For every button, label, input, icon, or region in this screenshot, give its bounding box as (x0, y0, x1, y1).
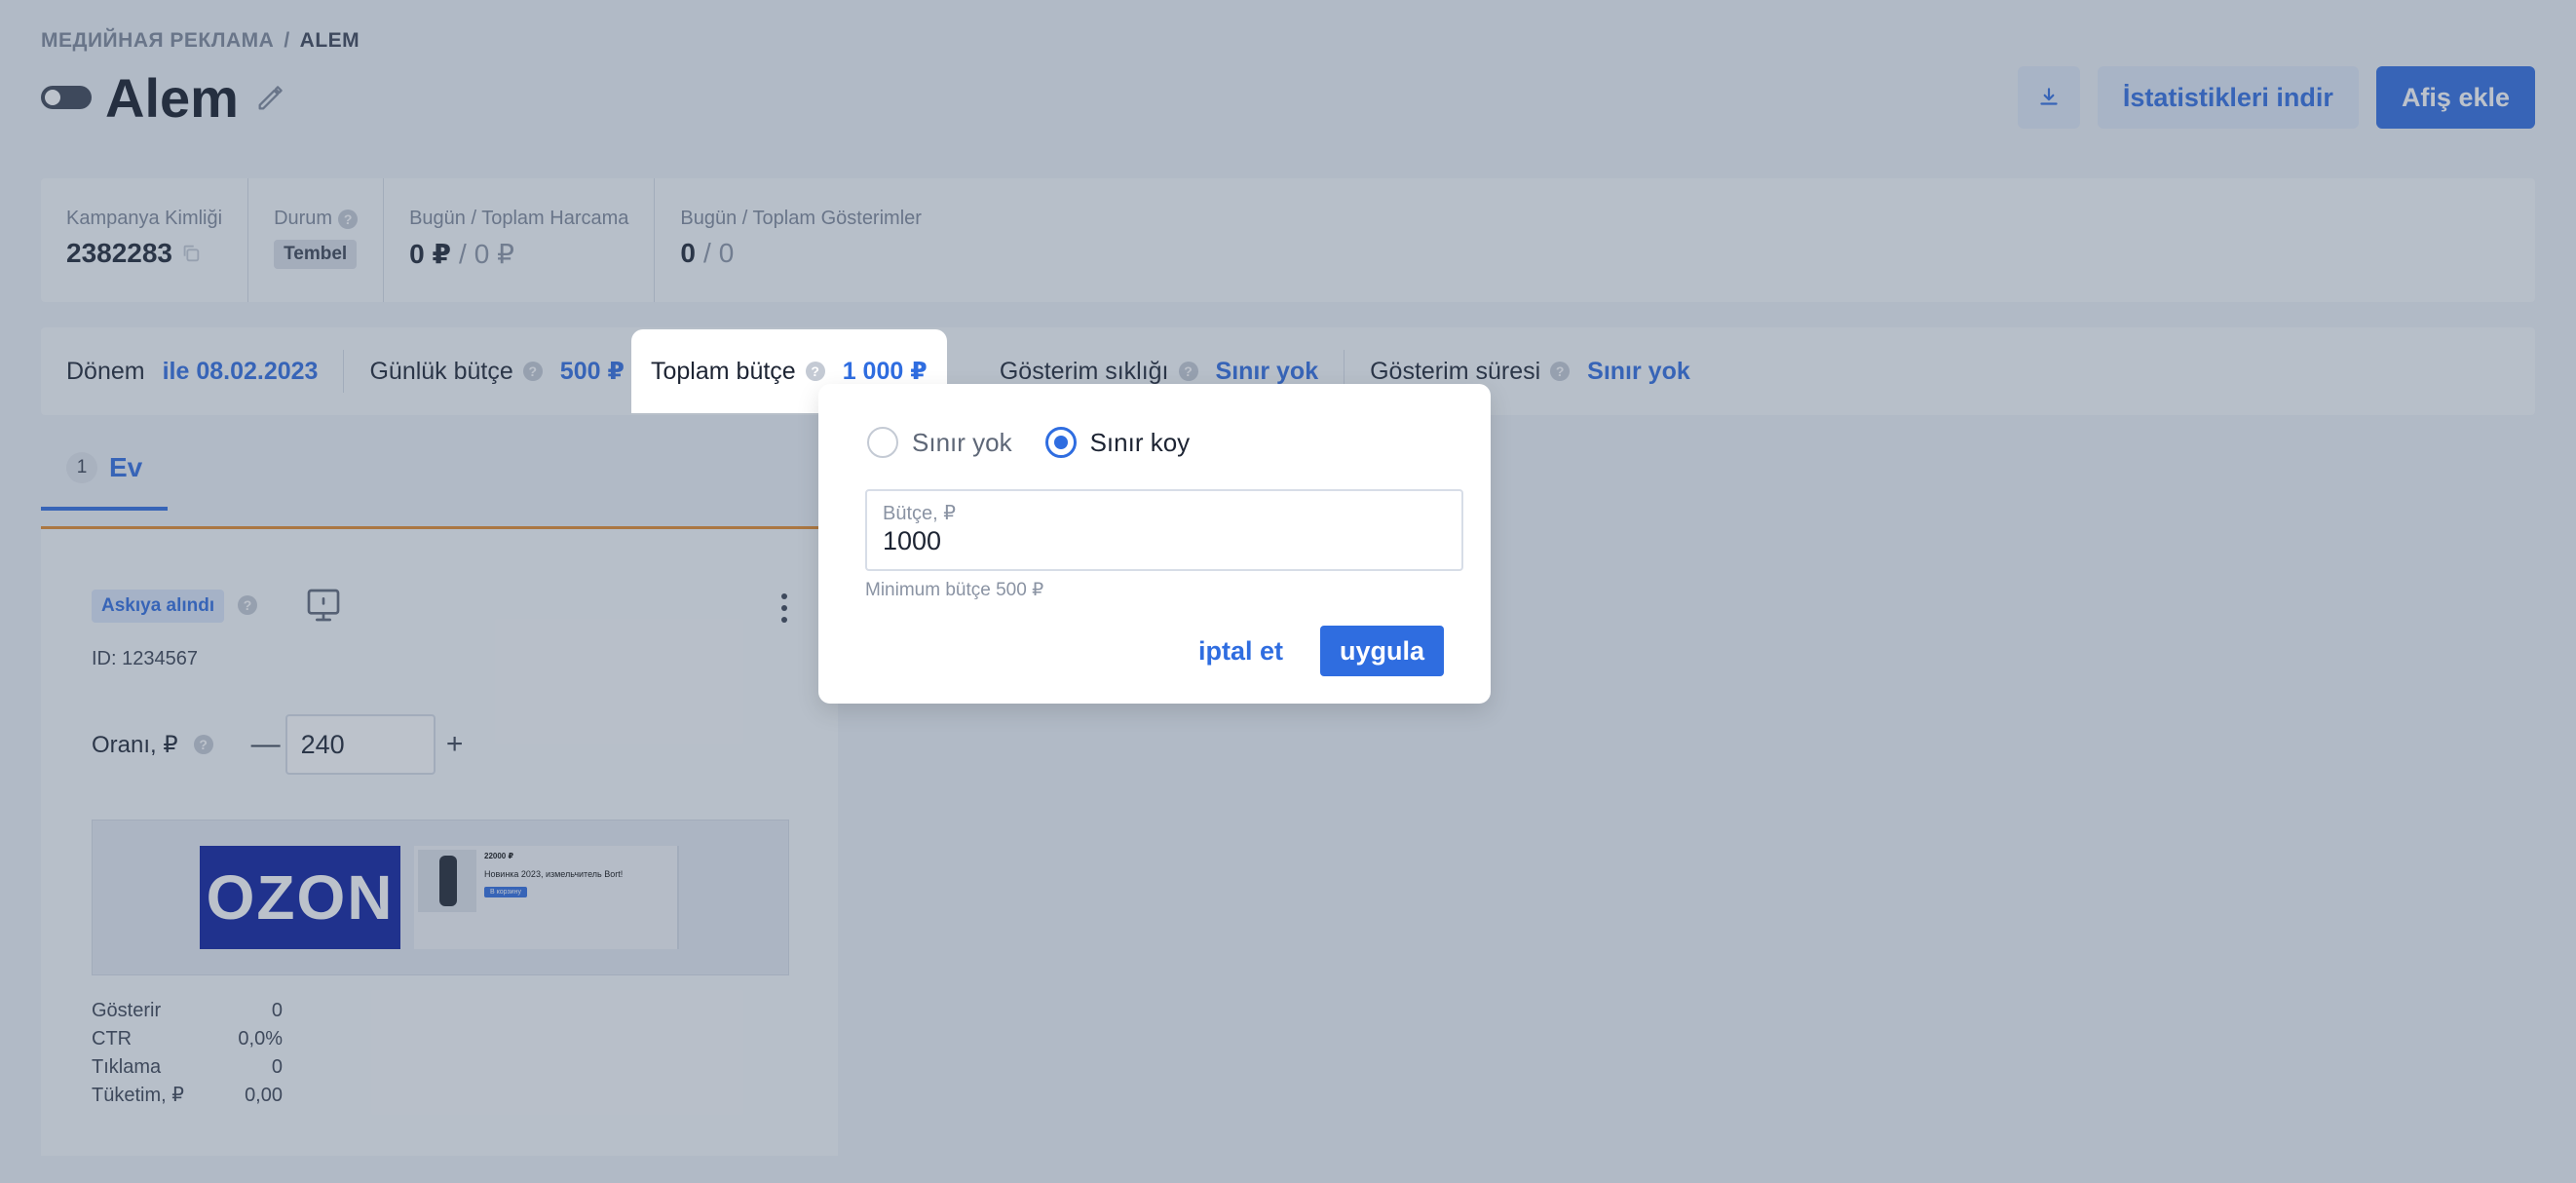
budget-field-label: Bütçe, ₽ (883, 503, 956, 524)
radio-no-limit-label: Sınır yok (912, 427, 1012, 457)
budget-hint: Minimum bütçe 500 ₽ (865, 580, 1044, 600)
page: МЕДИЙНАЯ РЕКЛАМА / ALEM Alem İstatistikler… (0, 0, 2576, 1183)
question-icon[interactable]: ? (805, 362, 825, 381)
radio-no-limit[interactable]: Sınır yok (867, 427, 1012, 458)
radio-circle-checked[interactable] (1044, 427, 1077, 458)
radio-set-limit[interactable]: Sınır koy (1044, 427, 1191, 458)
budget-field[interactable]: Bütçe, ₽ (865, 489, 1463, 571)
budget-radio-group: Sınır yok Sınır koy (867, 427, 1190, 458)
total-budget-label: Toplam bütçe (651, 357, 796, 385)
popover-actions: iptal et uygula (1198, 626, 1444, 676)
budget-popover-body: Sınır yok Sınır koy Bütçe, ₽ Minimum büt… (828, 394, 1481, 694)
apply-button[interactable]: uygula (1319, 626, 1444, 676)
budget-input[interactable] (883, 526, 1428, 556)
cancel-button[interactable]: iptal et (1198, 636, 1283, 667)
radio-set-limit-label: Sınır koy (1089, 427, 1191, 457)
radio-circle-unchecked[interactable] (867, 427, 898, 458)
total-budget-value[interactable]: 1 000 ₽ (843, 357, 928, 386)
budget-popover: Sınır yok Sınır koy Bütçe, ₽ Minimum büt… (818, 384, 1491, 704)
